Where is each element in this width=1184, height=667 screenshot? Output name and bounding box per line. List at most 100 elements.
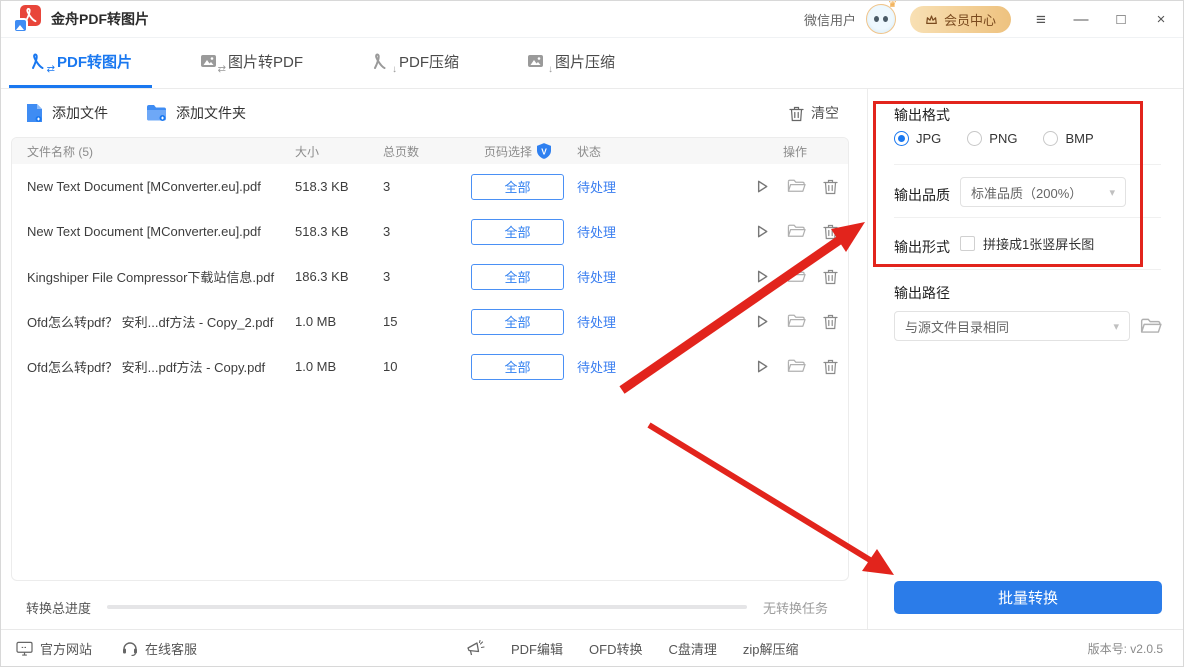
play-icon[interactable] [753, 313, 770, 330]
window-controls: ≡ — □ × [1033, 12, 1169, 27]
add-file-button[interactable]: 添加文件 [26, 103, 108, 123]
file-pages: 15 [383, 314, 461, 329]
output-path-select[interactable]: 与源文件目录相同 ▾ [894, 311, 1130, 341]
svg-text:V: V [541, 146, 547, 156]
browse-folder-icon[interactable] [1140, 317, 1162, 335]
table-row: Ofd怎么转pdf？ 安利...df方法 - Copy_2.pdf 1.0 MB… [12, 299, 848, 344]
page-select-button[interactable]: 全部 [471, 174, 564, 200]
tab-bar: ⇄ PDF转图片 ⇄ 图片转PDF ↓ PDF压缩 ↓ 图片压缩 [1, 38, 1183, 89]
file-pages: 10 [383, 359, 461, 374]
open-folder-icon[interactable] [787, 268, 806, 285]
titlebar-right: 微信用户 ♛ 会员中心 ≡ — □ × [804, 4, 1169, 34]
file-pages: 3 [383, 269, 461, 284]
open-folder-icon[interactable] [787, 223, 806, 240]
radio-jpg[interactable]: JPG [894, 131, 941, 146]
delete-icon[interactable] [823, 358, 838, 375]
menu-icon[interactable]: ≡ [1033, 12, 1049, 27]
quality-select[interactable]: 标准品质（200%） ▾ [960, 177, 1126, 207]
status-badge: 待处理 [574, 177, 742, 196]
header-action: 操作 [742, 143, 848, 160]
chevron-down-icon: ▾ [1113, 320, 1119, 333]
file-name: New Text Document [MConverter.eu].pdf [12, 224, 295, 239]
avatar-crown-icon: ♛ [888, 0, 897, 10]
app-logo-icon [13, 5, 41, 33]
official-site-link[interactable]: 官方网站 [16, 639, 92, 658]
status-badge: 待处理 [574, 222, 742, 241]
open-folder-icon[interactable] [787, 178, 806, 195]
file-pages: 3 [383, 179, 461, 194]
progress-row: 转换总进度 无转换任务 [1, 585, 867, 629]
tab-pdf-to-image[interactable]: ⇄ PDF转图片 [9, 38, 152, 88]
chevron-down-icon: ▾ [1109, 186, 1115, 199]
page-select-button[interactable]: 全部 [471, 309, 564, 335]
image-badge-icon [13, 18, 28, 33]
open-folder-icon[interactable] [787, 313, 806, 330]
add-folder-button[interactable]: 添加文件夹 [146, 103, 246, 123]
page-select-button[interactable]: 全部 [471, 354, 564, 380]
vip-shield-icon: V [537, 143, 551, 159]
batch-convert-button[interactable]: 批量转换 [894, 581, 1162, 614]
close-icon[interactable]: × [1153, 12, 1169, 27]
play-icon[interactable] [753, 178, 770, 195]
checkbox-unchecked[interactable] [960, 236, 975, 251]
output-quality-label: 输出品质 [894, 185, 950, 205]
delete-icon[interactable] [823, 313, 838, 330]
page-select-button[interactable]: 全部 [471, 219, 564, 245]
table-row: New Text Document [MConverter.eu].pdf 51… [12, 164, 848, 209]
image-compress-icon: ↓ [527, 53, 545, 71]
online-support-link[interactable]: 在线客服 [122, 639, 197, 658]
header-status: 状态 [574, 143, 742, 160]
radio-png[interactable]: PNG [967, 131, 1017, 146]
user-name-label: 微信用户 [804, 10, 856, 29]
title-bar: 金舟PDF转图片 微信用户 ♛ 会员中心 ≡ — □ × [1, 1, 1183, 38]
table-row: New Text Document [MConverter.eu].pdf 51… [12, 209, 848, 254]
output-form-label: 输出形式 [894, 237, 950, 257]
pdf-convert-icon: ⇄ [29, 53, 47, 71]
status-badge: 待处理 [574, 357, 742, 376]
status-badge: 待处理 [574, 312, 742, 331]
headset-icon [122, 640, 138, 656]
c-drive-clean-link[interactable]: C盘清理 [668, 639, 716, 658]
clear-list-button[interactable]: 清空 [789, 103, 839, 123]
add-folder-icon [146, 104, 167, 122]
play-icon[interactable] [753, 223, 770, 240]
tab-image-to-pdf[interactable]: ⇄ 图片转PDF [180, 38, 323, 88]
file-name: Kingshiper File Compressor下载站信息.pdf [12, 267, 295, 286]
user-avatar[interactable]: ♛ [866, 4, 896, 34]
zip-unzip-link[interactable]: zip解压缩 [743, 639, 799, 658]
progress-label: 转换总进度 [26, 598, 91, 617]
page-select-button[interactable]: 全部 [471, 264, 564, 290]
radio-bmp[interactable]: BMP [1043, 131, 1093, 146]
header-name: 文件名称 (5) [12, 143, 295, 160]
header-pages: 总页数 [383, 143, 461, 160]
output-path-label: 输出路径 [894, 283, 950, 303]
footer-tools: PDF编辑 OFD转换 C盘清理 zip解压缩 [466, 639, 798, 658]
pdf-edit-link[interactable]: PDF编辑 [511, 639, 563, 658]
tab-pdf-compress[interactable]: ↓ PDF压缩 [351, 38, 479, 88]
progress-bar [107, 605, 747, 609]
file-size: 518.3 KB [295, 224, 383, 239]
minimize-icon[interactable]: — [1073, 12, 1089, 27]
open-folder-icon[interactable] [787, 358, 806, 375]
file-name: Ofd怎么转pdf？ 安利...pdf方法 - Copy.pdf [12, 357, 295, 376]
file-name: New Text Document [MConverter.eu].pdf [12, 179, 295, 194]
play-icon[interactable] [753, 358, 770, 375]
delete-icon[interactable] [823, 268, 838, 285]
member-center-button[interactable]: 会员中心 [910, 6, 1011, 33]
output-format-label: 输出格式 [894, 105, 950, 125]
file-pages: 3 [383, 224, 461, 239]
file-size: 186.3 KB [295, 269, 383, 284]
delete-icon[interactable] [823, 223, 838, 240]
maximize-icon[interactable]: □ [1113, 12, 1129, 27]
ofd-convert-link[interactable]: OFD转换 [589, 639, 642, 658]
radio-dot [1043, 131, 1058, 146]
delete-icon[interactable] [823, 178, 838, 195]
trash-icon [789, 105, 804, 122]
file-list: 文件名称 (5) 大小 总页数 页码选择 V 状态 操作 New Text Do… [11, 137, 849, 581]
play-icon[interactable] [753, 268, 770, 285]
status-badge: 待处理 [574, 267, 742, 286]
tab-image-compress[interactable]: ↓ 图片压缩 [507, 38, 635, 88]
stitch-long-image-option[interactable]: 拼接成1张竖屏长图 [960, 234, 1094, 253]
header-size: 大小 [295, 143, 383, 160]
pdf-compress-icon: ↓ [371, 53, 389, 71]
